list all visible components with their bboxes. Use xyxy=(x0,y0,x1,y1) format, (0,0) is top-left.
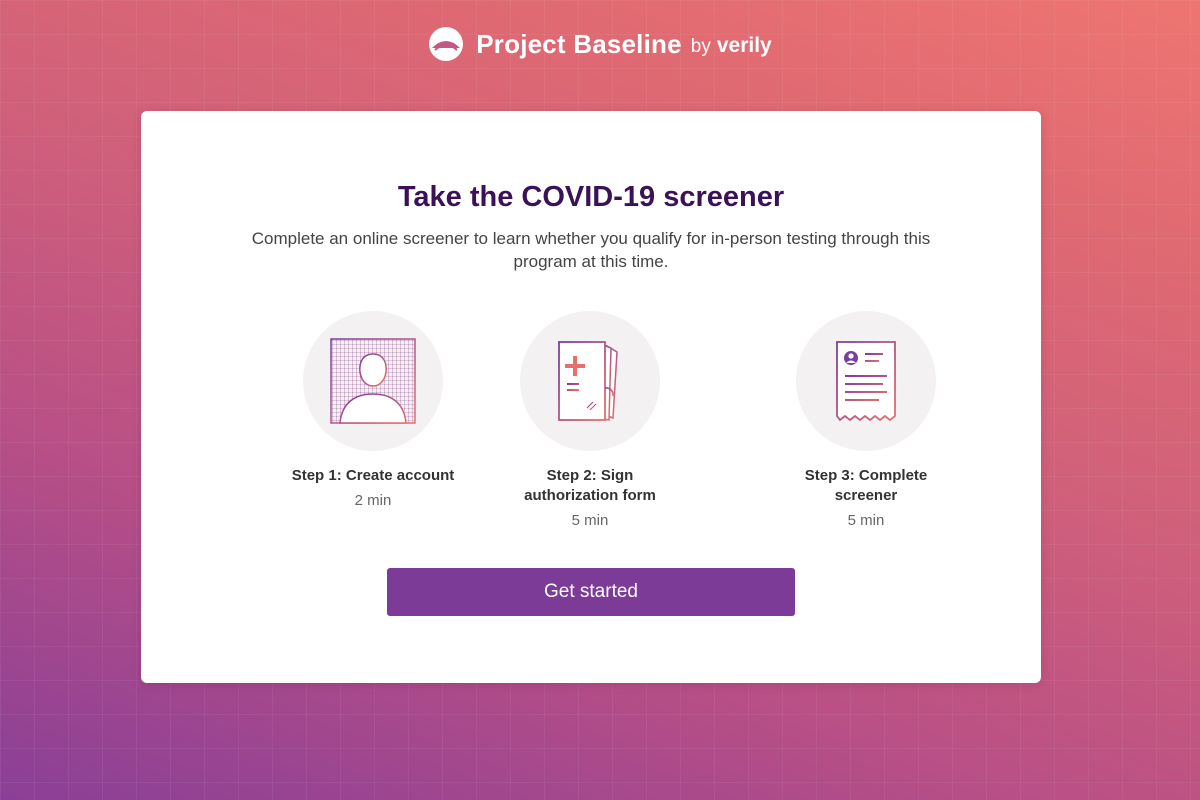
get-started-button[interactable]: Get started xyxy=(387,568,795,616)
step-3-icon-circle xyxy=(796,311,936,451)
step-3-time: 5 min xyxy=(847,512,885,529)
brand-by: by xyxy=(690,35,711,57)
profile-document-icon xyxy=(836,341,896,422)
step-1-icon-circle xyxy=(303,311,443,451)
step-2: Step 2: Sign authorization form 5 min xyxy=(480,311,700,529)
medical-form-icon xyxy=(558,341,618,421)
screener-card: Take the COVID-19 screener Complete an o… xyxy=(141,111,1041,683)
brand-name: Project Baseline xyxy=(476,28,682,59)
person-portrait-icon xyxy=(330,338,416,424)
step-1-time: 2 min xyxy=(354,492,392,509)
step-2-label: Step 2: Sign authorization form xyxy=(524,467,656,504)
baseline-logo-icon xyxy=(429,27,464,61)
card-title: Take the COVID-19 screener xyxy=(397,181,785,213)
step-3-label: Step 3: Complete screener xyxy=(804,467,928,504)
site-header: Project Baseline by verily xyxy=(0,26,1200,62)
step-3: Step 3: Complete screener 5 min xyxy=(756,311,976,529)
step-2-icon-circle xyxy=(520,311,660,451)
step-1-label: Step 1: Create account xyxy=(291,467,455,484)
step-2-time: 5 min xyxy=(571,512,609,529)
step-1: Step 1: Create account 2 min xyxy=(263,311,483,509)
card-subtitle: Complete an online screener to learn whe… xyxy=(251,229,931,271)
brand-partner: verily xyxy=(716,33,772,57)
